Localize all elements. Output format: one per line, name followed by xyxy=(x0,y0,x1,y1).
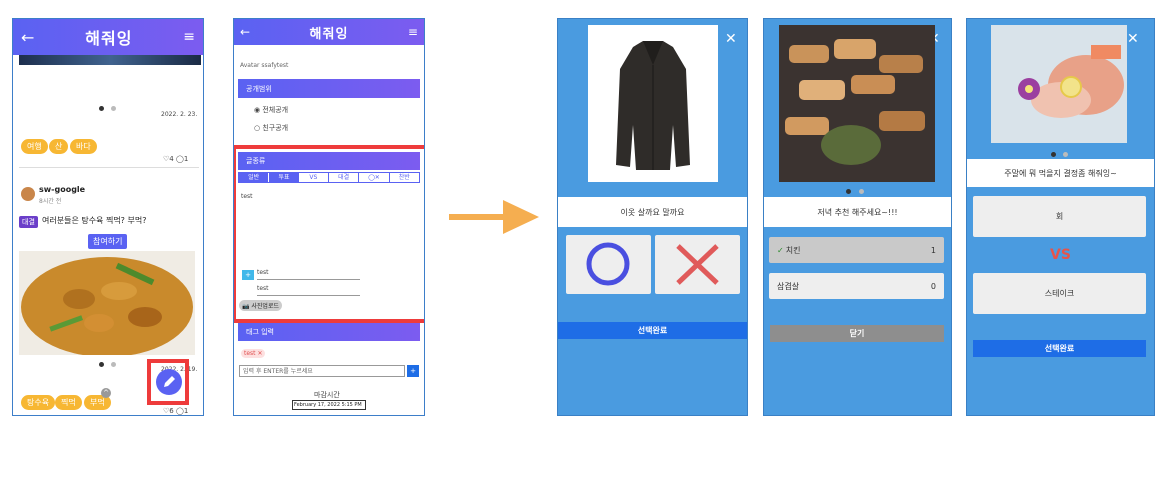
feed-screen: ← 해줘잉 ≡ 2022. 2. 23. 여행 산 바다 ♡4 ◯1 sw-go… xyxy=(12,18,204,416)
option-o-button[interactable] xyxy=(566,235,651,294)
close-icon[interactable]: ✕ xyxy=(1127,32,1139,46)
pork-belly-image xyxy=(779,25,935,182)
visibility-option-all[interactable]: ◉ 전체공개 xyxy=(254,105,288,115)
carousel-dots[interactable] xyxy=(846,189,868,195)
avatar-image-alt: Avatar ssafytest xyxy=(240,62,289,69)
comment-number: 1 xyxy=(183,407,189,415)
tag-chip[interactable]: 바다 xyxy=(70,139,97,154)
post-date: 2022. 2. 23. xyxy=(161,111,198,118)
flow-arrow-icon xyxy=(449,200,539,234)
like-count[interactable]: ♡4 ◯1 xyxy=(163,155,188,163)
like-number: 4 xyxy=(169,155,174,163)
badge-battle: 대결 xyxy=(19,216,38,228)
divider xyxy=(19,167,199,168)
scroll-top-icon[interactable]: ^ xyxy=(101,388,111,398)
pencil-icon xyxy=(164,376,175,387)
coat-image xyxy=(588,25,718,182)
tab-proscons[interactable]: 찬반 xyxy=(388,173,419,182)
tag-section-header: 태그 입력 xyxy=(238,323,420,341)
tab-vote[interactable]: 투표 xyxy=(268,173,299,182)
post-time: 8시간 전 xyxy=(39,198,62,205)
visibility-section-header: 공개범위 xyxy=(238,79,420,98)
tag-add-button[interactable]: + xyxy=(407,365,419,377)
circle-icon xyxy=(586,242,630,286)
menu-icon[interactable]: ≡ xyxy=(183,29,195,45)
deadline-label: 마감시간 xyxy=(314,391,340,399)
vs-option-a[interactable]: 회 xyxy=(973,196,1146,237)
poll-option[interactable]: ✓ 치킨 1 xyxy=(769,237,944,263)
poll-result-panel: ✕ 저녁 추천 해주세요~!!! ✓ 치킨 1 삼겹살 0 닫기 xyxy=(763,18,952,416)
question-text: 저녁 추천 해주세요~!!! xyxy=(764,197,951,227)
post-type-section-header: 글종류 xyxy=(238,152,420,170)
tab-ox[interactable]: ◯✕ xyxy=(358,173,388,182)
carousel-dots[interactable] xyxy=(99,362,121,368)
comment-number: 1 xyxy=(183,155,189,163)
tag-chip[interactable]: 여행 xyxy=(21,139,48,154)
photo-upload-label: 사진업로드 xyxy=(251,303,279,310)
vs-label: VS xyxy=(1050,247,1071,263)
option-label: 친구공개 xyxy=(262,124,289,132)
photo-upload-button[interactable]: 📷 사진업로드 xyxy=(239,300,282,311)
back-arrow-icon[interactable]: ← xyxy=(240,25,250,39)
post-body-text[interactable]: test xyxy=(241,193,253,200)
option-label: 삼겹살 xyxy=(777,281,800,291)
deadline-input[interactable]: February 17, 2022 5:15 PM xyxy=(292,400,366,410)
create-post-screen: ← 해줘잉 ≡ Avatar ssafytest 공개범위 ◉ 전체공개 ○ 친… xyxy=(233,18,425,416)
question-text: 이옷 살까요 말까요 xyxy=(558,197,747,227)
vs-option-b[interactable]: 스테이크 xyxy=(973,273,1146,314)
tag-chip[interactable]: 탕수육 xyxy=(21,395,56,410)
join-button[interactable]: 참여하기 xyxy=(88,234,128,249)
tag-chip[interactable]: test ✕ xyxy=(241,349,266,358)
visibility-option-friends[interactable]: ○ 친구공개 xyxy=(254,123,288,133)
tab-battle[interactable]: 대결 xyxy=(327,173,358,182)
carousel-dots[interactable] xyxy=(99,106,121,112)
vote-item-input[interactable]: test xyxy=(257,269,360,280)
app-title: 해줘잉 xyxy=(85,29,133,48)
check-icon: ✓ xyxy=(777,245,784,255)
username[interactable]: sw-google xyxy=(39,185,85,194)
question-text: 주말에 뭐 먹을지 결정좀 해줘잉~ xyxy=(967,159,1154,187)
app-title: 해줘잉 xyxy=(309,26,349,42)
vote-count: 1 xyxy=(930,245,936,255)
tab-general[interactable]: 일반 xyxy=(239,173,269,182)
vote-count: 0 xyxy=(930,281,936,291)
sashimi-image xyxy=(991,25,1127,143)
menu-icon[interactable]: ≡ xyxy=(408,25,418,39)
vote-item-input[interactable]: test xyxy=(257,285,360,296)
tag-chip-label: test xyxy=(244,350,256,357)
like-count[interactable]: ♡6 ◯1 xyxy=(163,407,188,415)
option-x-button[interactable] xyxy=(655,235,740,294)
option-label: 치킨 xyxy=(785,245,801,255)
tab-vs[interactable]: VS xyxy=(299,173,328,182)
post-type-tabs: 일반 투표 VS 대결 ◯✕ 찬반 xyxy=(238,172,420,183)
app-header: ← 해줘잉 ≡ xyxy=(13,19,203,55)
food-image xyxy=(19,251,195,355)
tag-chip[interactable]: 산 xyxy=(49,139,69,154)
post-image-top xyxy=(19,55,201,65)
like-number: 6 xyxy=(169,407,174,415)
post-question: 여러분들은 탕수육 찍먹? 부먹? xyxy=(42,216,147,225)
x-mark-icon xyxy=(676,244,719,285)
add-vote-item-button[interactable]: + xyxy=(242,270,254,280)
close-icon[interactable]: ✕ xyxy=(725,32,737,46)
poll-option[interactable]: 삼겹살 0 xyxy=(769,273,944,299)
carousel-dots[interactable] xyxy=(1051,152,1073,158)
option-label: 전체공개 xyxy=(262,106,289,114)
app-header: ← 해줘잉 ≡ xyxy=(234,19,424,45)
avatar xyxy=(21,187,35,201)
submit-button[interactable]: 선택완료 xyxy=(558,322,747,339)
vs-vote-panel: ✕ 주말에 뭐 먹을지 결정좀 해줘잉~ 회 VS 스테이크 선택완료 xyxy=(966,18,1155,416)
back-arrow-icon[interactable]: ← xyxy=(21,28,34,47)
ox-vote-panel: ✕ 이옷 살까요 말까요 선택완료 xyxy=(557,18,748,416)
close-button[interactable]: 닫기 xyxy=(770,325,944,342)
write-post-button[interactable] xyxy=(156,369,182,395)
submit-button[interactable]: 선택완료 xyxy=(973,340,1146,357)
tag-input[interactable]: 입력 후 ENTER를 누르세요 xyxy=(239,365,405,377)
tag-chip[interactable]: 찍먹 xyxy=(55,395,82,410)
